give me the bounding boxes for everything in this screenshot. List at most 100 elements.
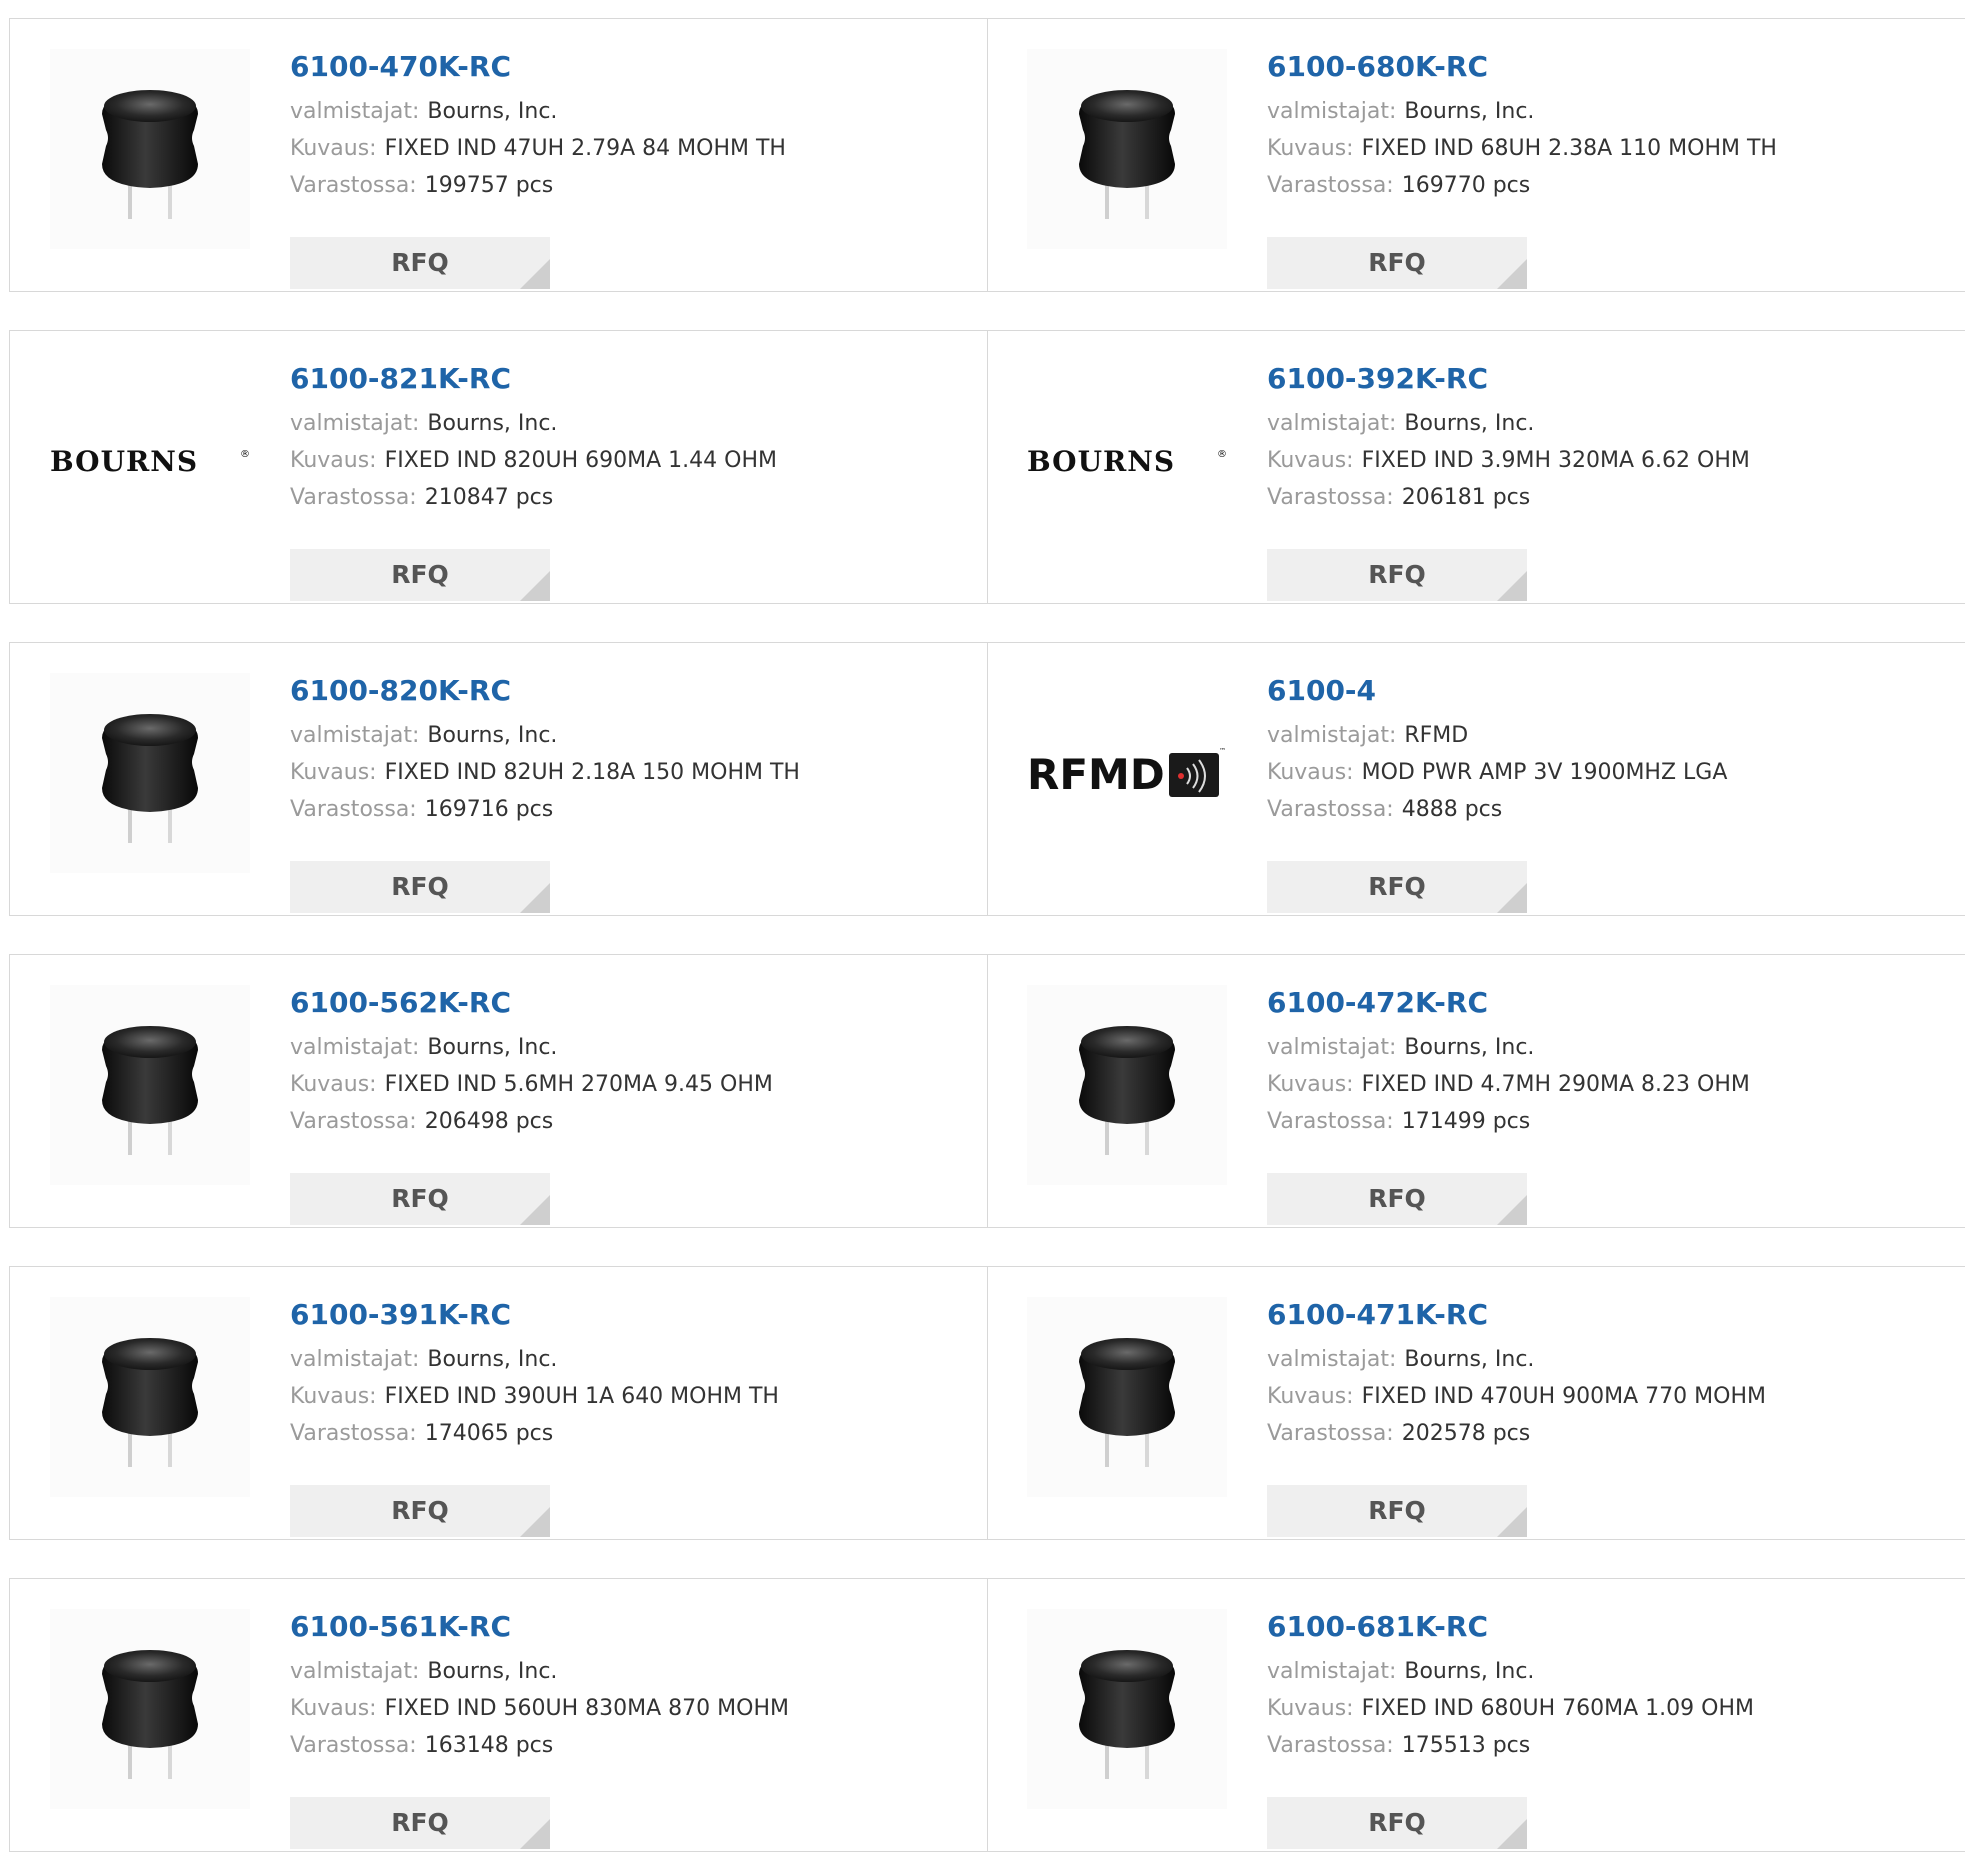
rfmd-logo: RFMD ™ (1027, 747, 1226, 799)
description-value: FIXED IND 5.6MH 270MA 9.45 OHM (384, 1072, 773, 1097)
product-thumbnail[interactable] (50, 985, 250, 1185)
product-thumbnail[interactable] (50, 1297, 250, 1497)
rfq-button[interactable]: RFQ (1267, 1173, 1527, 1225)
rfq-button[interactable]: RFQ (290, 861, 550, 913)
manufacturer-line: valmistajat: Bourns, Inc. (290, 1341, 779, 1378)
product-thumbnail[interactable] (1027, 1609, 1227, 1809)
part-number-link[interactable]: 6100-561K-RC (290, 1607, 789, 1647)
manufacturer-value: Bourns, Inc. (1404, 99, 1535, 124)
stock-label: Varastossa: (290, 1733, 417, 1758)
corner-triangle-icon (520, 1195, 550, 1225)
rfq-label: RFQ (391, 872, 449, 901)
rfq-button[interactable]: RFQ (1267, 1797, 1527, 1849)
product-thumbnail[interactable] (1027, 985, 1227, 1185)
part-number-link[interactable]: 6100-472K-RC (1267, 983, 1750, 1023)
rfq-label: RFQ (391, 560, 449, 589)
product-thumbnail[interactable] (50, 49, 250, 249)
rfq-button[interactable]: RFQ (290, 1173, 550, 1225)
corner-triangle-icon (520, 883, 550, 913)
manufacturer-line: valmistajat: Bourns, Inc. (1267, 93, 1777, 130)
stock-label: Varastossa: (1267, 485, 1394, 510)
product-info: 6100-4 valmistajat: RFMD Kuvaus: MOD PWR AMP… (1267, 671, 1727, 913)
rfq-button[interactable]: RFQ (290, 1485, 550, 1537)
product-info: 6100-392K-RC valmistajat: Bourns, Inc. Kuva… (1267, 359, 1750, 601)
product-thumbnail[interactable] (50, 1609, 250, 1809)
rfq-label: RFQ (1368, 1496, 1426, 1525)
manufacturer-value: RFMD (1404, 723, 1469, 748)
rfq-label: RFQ (1368, 1184, 1426, 1213)
stock-line: Varastossa: 169770 pcs (1267, 167, 1777, 204)
manufacturer-line: valmistajat: Bourns, Inc. (290, 405, 777, 442)
description-label: Kuvaus: (1267, 1696, 1354, 1721)
stock-label: Varastossa: (1267, 1421, 1394, 1446)
svg-text:™: ™ (1219, 747, 1226, 755)
part-number-link[interactable]: 6100-392K-RC (1267, 359, 1750, 399)
stock-value: 175513 pcs (1401, 1733, 1531, 1758)
stock-label: Varastossa: (1267, 173, 1394, 198)
manufacturer-value: Bourns, Inc. (427, 99, 558, 124)
stock-value: 169716 pcs (424, 797, 554, 822)
rfq-button[interactable]: RFQ (1267, 549, 1527, 601)
rfq-button[interactable]: RFQ (290, 1797, 550, 1849)
manufacturer-value: Bourns, Inc. (427, 1659, 558, 1684)
stock-value: 4888 pcs (1401, 797, 1503, 822)
part-number-link[interactable]: 6100-820K-RC (290, 671, 800, 711)
description-value: FIXED IND 680UH 760MA 1.09 OHM (1361, 1696, 1754, 1721)
description-line: Kuvaus: MOD PWR AMP 3V 1900MHZ LGA (1267, 754, 1727, 791)
rfq-button[interactable]: RFQ (290, 549, 550, 601)
stock-value: 202578 pcs (1401, 1421, 1531, 1446)
rfq-label: RFQ (1368, 872, 1426, 901)
part-number-link[interactable]: 6100-471K-RC (1267, 1295, 1766, 1335)
stock-value: 163148 pcs (424, 1733, 554, 1758)
part-number-link[interactable]: 6100-4 (1267, 671, 1727, 711)
stock-line: Varastossa: 206181 pcs (1267, 479, 1750, 516)
product-thumbnail[interactable]: BOURNS ® (1027, 361, 1227, 561)
product-info: 6100-472K-RC valmistajat: Bourns, Inc. Kuva… (1267, 983, 1750, 1225)
part-number-link[interactable]: 6100-470K-RC (290, 47, 786, 87)
manufacturer-value: Bourns, Inc. (1404, 1659, 1535, 1684)
part-number-link[interactable]: 6100-680K-RC (1267, 47, 1777, 87)
manufacturer-label: valmistajat: (290, 411, 420, 436)
stock-line: Varastossa: 175513 pcs (1267, 1727, 1754, 1764)
inductor-image (1079, 1338, 1175, 1467)
corner-triangle-icon (1497, 1507, 1527, 1537)
product-info: 6100-470K-RC valmistajat: Bourns, Inc. Kuva… (290, 47, 786, 289)
product-thumbnail[interactable]: BOURNS ® (50, 361, 250, 561)
product-card: 6100-471K-RC valmistajat: Bourns, Inc. Kuva… (987, 1267, 1965, 1539)
part-number-link[interactable]: 6100-681K-RC (1267, 1607, 1754, 1647)
rfq-button[interactable]: RFQ (1267, 861, 1527, 913)
manufacturer-label: valmistajat: (290, 99, 420, 124)
inductor-image (102, 1338, 198, 1467)
product-thumbnail[interactable] (1027, 49, 1227, 249)
corner-triangle-icon (1497, 1819, 1527, 1849)
product-thumbnail[interactable] (1027, 1297, 1227, 1497)
corner-triangle-icon (520, 571, 550, 601)
description-line: Kuvaus: FIXED IND 820UH 690MA 1.44 OHM (290, 442, 777, 479)
bourns-logo: BOURNS ® (50, 445, 250, 478)
corner-triangle-icon (520, 1507, 550, 1537)
product-thumbnail[interactable] (50, 673, 250, 873)
manufacturer-line: valmistajat: Bourns, Inc. (290, 1029, 773, 1066)
manufacturer-label: valmistajat: (290, 723, 420, 748)
product-thumbnail[interactable]: RFMD ™ (1027, 673, 1227, 873)
manufacturer-value: Bourns, Inc. (1404, 411, 1535, 436)
rfq-button[interactable]: RFQ (1267, 237, 1527, 289)
description-value: FIXED IND 820UH 690MA 1.44 OHM (384, 448, 777, 473)
part-number-link[interactable]: 6100-391K-RC (290, 1295, 779, 1335)
manufacturer-label: valmistajat: (1267, 723, 1397, 748)
stock-label: Varastossa: (290, 1109, 417, 1134)
rfq-button[interactable]: RFQ (1267, 1485, 1527, 1537)
stock-value: 210847 pcs (424, 485, 554, 510)
svg-text:®: ® (1217, 449, 1227, 460)
manufacturer-value: Bourns, Inc. (1404, 1035, 1535, 1060)
corner-triangle-icon (1497, 1195, 1527, 1225)
stock-label: Varastossa: (290, 173, 417, 198)
rfq-button[interactable]: RFQ (290, 237, 550, 289)
manufacturer-value: Bourns, Inc. (1404, 1347, 1535, 1372)
manufacturer-value: Bourns, Inc. (427, 411, 558, 436)
product-info: 6100-821K-RC valmistajat: Bourns, Inc. Kuva… (290, 359, 777, 601)
manufacturer-line: valmistajat: Bourns, Inc. (290, 717, 800, 754)
part-number-link[interactable]: 6100-821K-RC (290, 359, 777, 399)
part-number-link[interactable]: 6100-562K-RC (290, 983, 773, 1023)
stock-label: Varastossa: (1267, 797, 1394, 822)
